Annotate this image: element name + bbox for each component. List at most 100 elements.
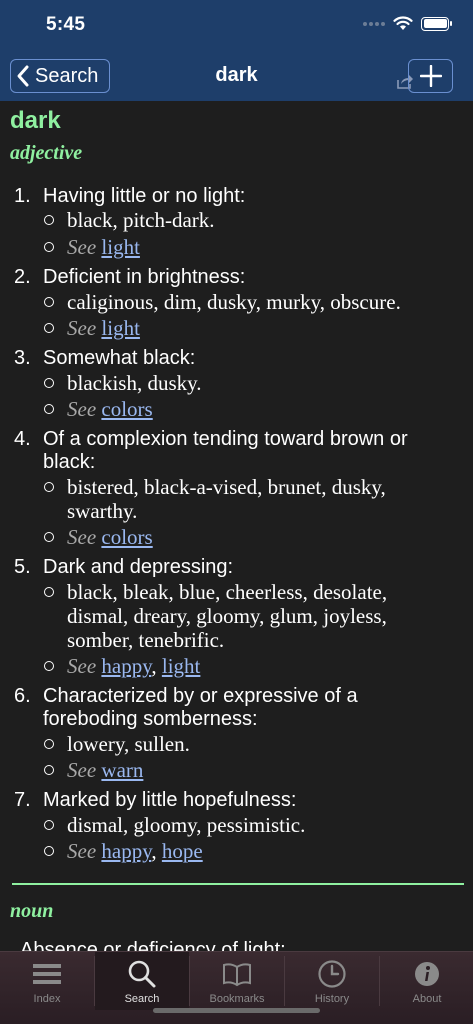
tab-label: Bookmarks	[209, 993, 265, 1005]
see-label: See	[67, 839, 97, 863]
sense-number: 2.	[14, 266, 31, 288]
see-link[interactable]: happy	[101, 654, 151, 678]
sense-definition: Deficient in brightness:	[43, 266, 246, 288]
tab-index[interactable]: Index	[0, 952, 94, 1010]
see-also-item: See light	[44, 316, 444, 340]
home-indicator	[153, 1008, 320, 1013]
sense-definition: Somewhat black:	[43, 347, 196, 369]
synonyms-item: bistered, black-a-vised, brunet, dusky, …	[44, 475, 444, 523]
see-link[interactable]: light	[162, 654, 201, 678]
book-icon	[223, 963, 251, 987]
battery-icon	[421, 16, 452, 31]
sense-definition: Dark and depressing:	[43, 556, 234, 578]
sense-number: 5.	[14, 556, 31, 578]
bullet-icon	[44, 739, 54, 749]
see-label: See	[67, 316, 97, 340]
bullet-icon	[44, 532, 54, 542]
see-link[interactable]: warn	[101, 758, 143, 782]
bullet-icon	[44, 404, 54, 414]
part-of-speech-noun: noun	[10, 900, 54, 922]
synonyms-item: caliginous, dim, dusky, murky, obscure.	[44, 290, 444, 314]
tab-label: Index	[33, 993, 61, 1005]
sense-definition: Marked by little hopefulness:	[43, 789, 297, 811]
synonyms-text: black, bleak, blue, cheerless, desolate,…	[67, 580, 388, 652]
bullet-icon	[44, 297, 54, 307]
see-label: See	[67, 654, 97, 678]
see-label: See	[67, 758, 97, 782]
synonyms-item: black, bleak, blue, cheerless, desolate,…	[44, 580, 444, 652]
info-icon	[415, 962, 439, 986]
sense-4: 4. Of a complexion tending toward brown …	[14, 428, 454, 474]
noun-sense-partial: Absence or deficiency of light:	[20, 939, 286, 951]
see-also-item: See colors	[44, 525, 444, 549]
magnifier-icon	[128, 960, 156, 988]
tab-bar: Index Search Bookmarks History About	[0, 951, 473, 1024]
bullet-icon	[44, 846, 54, 856]
navigation-bar: 5:45 Search dark	[0, 0, 473, 101]
plus-icon	[419, 65, 442, 87]
sense-number: 4.	[14, 428, 31, 450]
sense-7: 7. Marked by little hopefulness:	[14, 789, 454, 812]
tab-label: History	[314, 993, 350, 1005]
see-link[interactable]: colors	[101, 525, 152, 549]
bullet-icon	[44, 323, 54, 333]
see-also-item: See happy, light	[44, 654, 444, 678]
bullet-icon	[44, 242, 54, 252]
status-icons	[363, 16, 452, 31]
see-also-item: See happy, hope	[44, 839, 444, 863]
entry-content[interactable]: dark adjective 1. Having little or no li…	[0, 101, 473, 951]
tab-label: About	[412, 993, 442, 1005]
sense-1: 1. Having little or no light:	[14, 185, 454, 208]
see-link[interactable]: light	[101, 316, 140, 340]
see-label: See	[67, 525, 97, 549]
sense-6: 6. Characterized by or expressive of a f…	[14, 685, 454, 731]
bullet-icon	[44, 587, 54, 597]
see-also-item: See colors	[44, 397, 444, 421]
bullet-icon	[44, 820, 54, 830]
tab-label: Search	[124, 993, 160, 1005]
synonyms-text: lowery, sullen.	[67, 732, 190, 756]
sense-definition: Having little or no light:	[43, 185, 246, 207]
sense-number: 6.	[14, 685, 31, 707]
see-label: See	[67, 235, 97, 259]
clock-icon	[318, 960, 346, 988]
tab-search[interactable]: Search	[95, 952, 189, 1010]
sense-3: 3. Somewhat black:	[14, 347, 454, 370]
synonyms-text: caliginous, dim, dusky, murky, obscure.	[67, 290, 401, 314]
sense-number: 1.	[14, 185, 31, 207]
see-label: See	[67, 397, 97, 421]
sense-definition: Of a complexion tending toward brown or …	[43, 428, 408, 473]
synonyms-item: lowery, sullen.	[44, 732, 444, 756]
see-link[interactable]: hope	[162, 839, 203, 863]
tab-about[interactable]: About	[380, 952, 473, 1010]
synonyms-text: dismal, gloomy, pessimistic.	[67, 813, 306, 837]
list-icon	[33, 964, 61, 984]
synonyms-text: bistered, black-a-vised, brunet, dusky, …	[67, 475, 386, 523]
tab-history[interactable]: History	[285, 952, 379, 1010]
see-link[interactable]: colors	[101, 397, 152, 421]
sense-number: 7.	[14, 789, 31, 811]
bullet-icon	[44, 215, 54, 225]
synonyms-item: blackish, dusky.	[44, 371, 444, 395]
bullet-icon	[44, 482, 54, 492]
wifi-icon	[393, 16, 413, 30]
see-also-item: See light	[44, 235, 444, 259]
part-of-speech-adjective: adjective	[10, 142, 83, 164]
headword: dark	[10, 107, 61, 134]
synonyms-item: black, pitch-dark.	[44, 208, 444, 232]
see-link[interactable]: happy	[101, 839, 151, 863]
sense-definition: Characterized by or expressive of a fore…	[43, 685, 358, 730]
bullet-icon	[44, 378, 54, 388]
see-link[interactable]: light	[101, 235, 140, 259]
bullet-icon	[44, 765, 54, 775]
cellular-signal-icon	[363, 21, 385, 26]
synonyms-text: black, pitch-dark.	[67, 208, 215, 232]
tab-bookmarks[interactable]: Bookmarks	[190, 952, 284, 1010]
add-bookmark-button[interactable]	[408, 59, 453, 93]
sense-2: 2. Deficient in brightness:	[14, 266, 454, 289]
sense-number: 3.	[14, 347, 31, 369]
status-time: 5:45	[46, 14, 86, 35]
sense-5: 5. Dark and depressing:	[14, 556, 454, 579]
synonyms-text: blackish, dusky.	[67, 371, 202, 395]
section-divider	[12, 883, 464, 885]
